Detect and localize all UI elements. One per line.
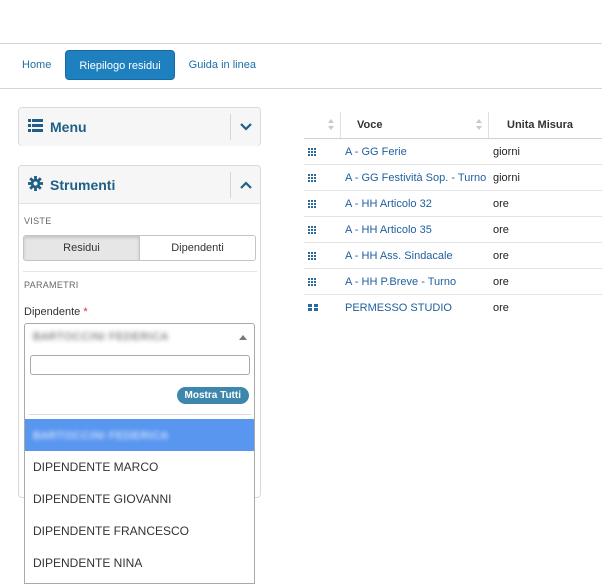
list-icon <box>28 119 43 135</box>
tab-home[interactable]: Home <box>12 50 61 80</box>
tab-riepilogo-residui[interactable]: Riepilogo residui <box>65 50 175 80</box>
icon-column-header[interactable] <box>304 112 341 138</box>
unita-header-label: Unita Misura <box>507 119 574 131</box>
employee-option-label: BARTOCCINI FEDERICA <box>33 430 169 442</box>
sort-icon <box>476 119 483 131</box>
tools-panel-header[interactable]: Strumenti <box>19 166 260 204</box>
voce-cell[interactable]: A - HH Ass. Sindacale <box>341 250 489 262</box>
employee-option[interactable]: BARTOCCINI FEDERICA <box>25 419 254 451</box>
block-grid-icon[interactable] <box>308 304 318 312</box>
required-mark: * <box>83 306 88 318</box>
table-row[interactable]: A - HH Articolo 32 ore <box>304 191 602 217</box>
employee-option[interactable]: DIPENDENTE FRANCESCO <box>25 515 254 547</box>
grid-icon[interactable] <box>308 225 318 234</box>
grid-icon[interactable] <box>308 251 318 260</box>
voce-cell[interactable]: PERMESSO STUDIO <box>341 302 489 314</box>
menu-panel-title: Menu <box>50 119 87 135</box>
nav-divider <box>0 88 602 89</box>
view-dipendenti-button[interactable]: Dipendenti <box>140 236 255 260</box>
grid-icon[interactable] <box>308 277 318 286</box>
table-row[interactable]: PERMESSO STUDIO ore <box>304 295 602 321</box>
grid-icon[interactable] <box>308 199 318 208</box>
unita-cell: ore <box>493 249 509 262</box>
voce-column-header[interactable]: Voce <box>341 112 489 138</box>
voce-cell[interactable]: A - GG Festività Sop. - Turno <box>341 172 489 184</box>
voce-cell[interactable]: A - GG Ferie <box>341 146 489 158</box>
employee-dropdown: Mostra Tutti BARTOCCINI FEDERICA DIPENDE… <box>24 350 255 584</box>
views-section-label: VISTE <box>24 216 52 226</box>
selected-employee-value: BARTOCCINI FEDERICA <box>33 331 169 343</box>
tools-divider <box>23 271 257 272</box>
menu-panel-header[interactable]: Menu <box>19 108 260 146</box>
gear-icon <box>28 175 43 194</box>
grid-icon[interactable] <box>308 173 318 182</box>
chevron-up-icon <box>239 181 252 189</box>
menu-panel: Menu <box>18 107 261 146</box>
view-residui-button[interactable]: Residui <box>24 236 140 260</box>
employee-search-input[interactable] <box>30 355 250 375</box>
voce-cell[interactable]: A - HH Articolo 32 <box>341 198 489 210</box>
employee-option[interactable]: DIPENDENTE GIOVANNI <box>25 483 254 515</box>
sort-icon <box>328 119 335 131</box>
tools-toggle-button[interactable] <box>230 172 260 198</box>
employee-select[interactable]: BARTOCCINI FEDERICA <box>24 323 255 351</box>
unita-cell: giorni <box>493 171 520 184</box>
caret-up-icon <box>239 335 247 340</box>
views-toggle: Residui Dipendenti <box>23 235 256 261</box>
table-row[interactable]: A - GG Ferie giorni <box>304 139 602 165</box>
voce-cell[interactable]: A - HH Articolo 35 <box>341 224 489 236</box>
dropdown-divider <box>29 414 251 415</box>
unita-cell: ore <box>493 223 509 236</box>
grid-icon[interactable] <box>308 147 318 156</box>
show-all-button[interactable]: Mostra Tutti <box>176 387 249 404</box>
unita-cell: ore <box>493 275 509 288</box>
unita-cell: ore <box>493 302 509 314</box>
main-nav: Home Riepilogo residui Guida in linea <box>12 50 266 80</box>
table-row[interactable]: A - HH Articolo 35 ore <box>304 217 602 243</box>
unita-cell: ore <box>493 197 509 210</box>
top-divider <box>0 43 602 44</box>
table-row[interactable]: A - GG Festività Sop. - Turno giorni <box>304 165 602 191</box>
employee-field-label: Dipendente * <box>24 306 88 318</box>
tab-guida-in-linea[interactable]: Guida in linea <box>179 50 266 80</box>
table-row[interactable]: A - HH Ass. Sindacale ore <box>304 243 602 269</box>
residui-table: Voce Unita Misura A - GG Ferie giorni A … <box>304 112 602 321</box>
table-row[interactable]: A - HH P.Breve - Turno ore <box>304 269 602 295</box>
menu-toggle-button[interactable] <box>230 114 260 140</box>
unita-column-header[interactable]: Unita Misura <box>489 112 602 138</box>
employee-label-text: Dipendente <box>24 306 81 318</box>
tools-panel-title: Strumenti <box>50 176 116 193</box>
voce-cell[interactable]: A - HH P.Breve - Turno <box>341 276 489 288</box>
voce-header-label: Voce <box>357 119 383 131</box>
employee-options-list: BARTOCCINI FEDERICA DIPENDENTE MARCO DIP… <box>25 419 254 579</box>
employee-option[interactable]: DIPENDENTE MARCO <box>25 451 254 483</box>
params-section-label: PARAMETRI <box>24 280 79 290</box>
employee-option[interactable]: DIPENDENTE NINA <box>25 547 254 579</box>
chevron-down-icon <box>239 123 252 131</box>
table-header: Voce Unita Misura <box>304 112 602 139</box>
unita-cell: giorni <box>493 145 520 158</box>
